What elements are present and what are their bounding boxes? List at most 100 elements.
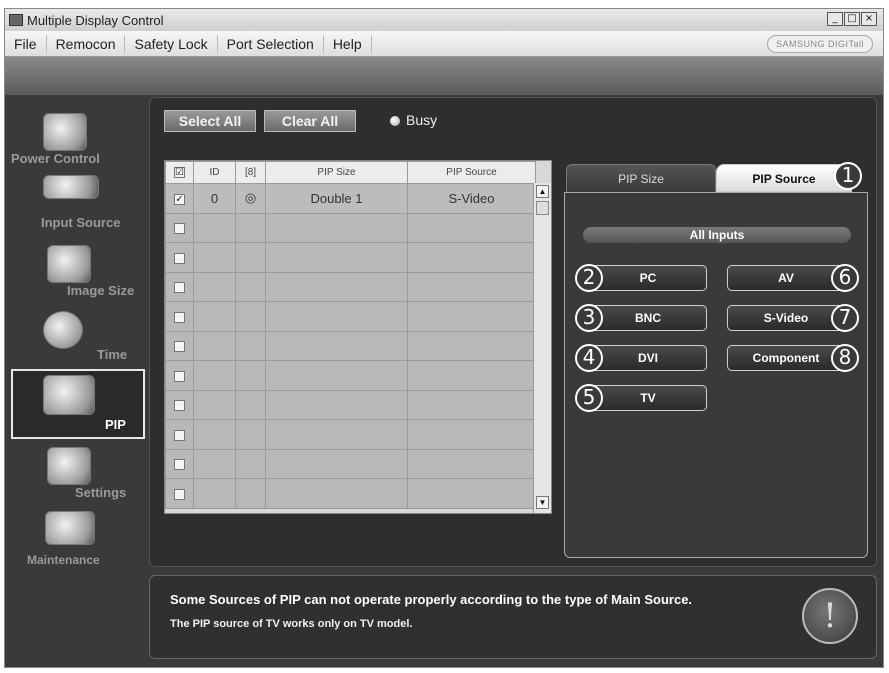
- source-svideo-button[interactable]: S-Video: [727, 305, 845, 331]
- source-bnc-button[interactable]: BNC: [589, 305, 707, 331]
- row-checkbox[interactable]: ✓: [174, 193, 185, 205]
- table-row[interactable]: [165, 478, 536, 509]
- callout-8: 8: [831, 344, 859, 372]
- sidebar-item-image-size[interactable]: Image Size: [11, 241, 145, 307]
- info-message-primary: Some Sources of PIP can not operate prop…: [170, 592, 693, 607]
- row-checkbox[interactable]: [174, 282, 185, 294]
- row-checkbox-cell[interactable]: [165, 271, 194, 302]
- row-checkbox-cell[interactable]: [165, 360, 194, 391]
- clear-all-button[interactable]: Clear All: [264, 110, 356, 132]
- menu-port-selection[interactable]: Port Selection: [218, 34, 324, 53]
- window-controls: _ □ ×: [827, 12, 877, 26]
- grid-header-row: ☑ ID [8] PIP Size PIP Source: [165, 161, 536, 184]
- row-checkbox-cell[interactable]: [165, 448, 194, 479]
- image-size-icon: [47, 245, 91, 283]
- sidebar-item-label: Settings: [75, 485, 127, 500]
- row-checkbox-cell[interactable]: [165, 212, 194, 243]
- row-checkbox[interactable]: [174, 311, 185, 323]
- title-bar: Multiple Display Control _ □ ×: [5, 9, 883, 31]
- sidebar-item-maintenance[interactable]: Maintenance: [11, 511, 145, 577]
- sidebar-item-label: Power Control: [11, 151, 100, 166]
- table-row[interactable]: [165, 271, 536, 302]
- sidebar-item-time[interactable]: Time: [11, 307, 145, 373]
- tab-pip-source[interactable]: PIP Source: [716, 164, 852, 192]
- source-tv-button[interactable]: TV: [589, 385, 707, 411]
- source-pc-button[interactable]: PC: [589, 265, 707, 291]
- row-checkbox[interactable]: [174, 370, 185, 382]
- sidebar-item-label: Image Size: [67, 283, 135, 298]
- scroll-down-icon[interactable]: ▼: [536, 496, 549, 509]
- display-grid: ☑ ID [8] PIP Size PIP Source ✓ 0 ◎ Doubl…: [164, 160, 552, 514]
- table-row[interactable]: [165, 419, 536, 450]
- info-panel: Some Sources of PIP can not operate prop…: [149, 575, 877, 659]
- source-av-button[interactable]: AV: [727, 265, 845, 291]
- callout-5: 5: [575, 384, 603, 412]
- sidebar-item-input-source[interactable]: Input Source: [11, 175, 145, 241]
- clock-icon: [43, 311, 83, 349]
- select-all-checkbox[interactable]: ☑: [165, 161, 194, 184]
- row-checkbox[interactable]: [174, 252, 185, 264]
- sidebar-item-label: Time: [97, 347, 128, 362]
- maintenance-icon: [45, 511, 95, 545]
- menu-safety-lock[interactable]: Safety Lock: [125, 34, 218, 53]
- row-id: 0: [193, 183, 236, 214]
- settings-icon: [47, 447, 91, 485]
- sidebar-item-label: Maintenance: [27, 553, 100, 567]
- callout-4: 4: [575, 344, 603, 372]
- app-window: Multiple Display Control _ □ × File Remo…: [4, 8, 884, 668]
- sidebar-item-label: PIP: [105, 417, 126, 432]
- tab-pip-size[interactable]: PIP Size: [566, 164, 716, 192]
- brand-logo: SAMSUNG DIGITall: [766, 35, 873, 53]
- grid-scrollbar[interactable]: ▲ ▼: [533, 183, 551, 513]
- menu-help[interactable]: Help: [324, 34, 372, 53]
- row-checkbox-cell[interactable]: [165, 389, 194, 420]
- row-checkbox-cell[interactable]: [165, 478, 194, 509]
- sidebar-item-power-control[interactable]: Power Control: [11, 111, 145, 177]
- row-checkbox[interactable]: [174, 223, 185, 235]
- table-row[interactable]: [165, 212, 536, 243]
- row-checkbox[interactable]: [174, 459, 185, 471]
- row-checkbox-cell[interactable]: [165, 419, 194, 450]
- maximize-button[interactable]: □: [844, 12, 860, 26]
- menu-file[interactable]: File: [5, 34, 47, 53]
- row-checkbox[interactable]: [174, 429, 185, 441]
- row-checkbox-cell[interactable]: [165, 301, 194, 332]
- table-row[interactable]: [165, 330, 536, 361]
- scroll-thumb[interactable]: [536, 201, 549, 215]
- sidebar-item-settings[interactable]: Settings: [11, 445, 145, 511]
- row-checkbox-cell[interactable]: [165, 242, 194, 273]
- row-checkbox[interactable]: [174, 488, 185, 500]
- table-row[interactable]: [165, 389, 536, 420]
- minimize-button[interactable]: _: [827, 12, 843, 26]
- table-row[interactable]: ✓ 0 ◎ Double 1 S-Video: [165, 183, 536, 214]
- select-all-button[interactable]: Select All: [164, 110, 256, 132]
- header-id[interactable]: ID: [193, 161, 236, 184]
- row-checkbox[interactable]: [174, 341, 185, 353]
- window-title: Multiple Display Control: [27, 12, 164, 28]
- info-message-secondary: The PIP source of TV works only on TV mo…: [170, 618, 413, 630]
- menu-remocon[interactable]: Remocon: [47, 34, 126, 53]
- table-row[interactable]: [165, 448, 536, 479]
- input-source-icon: [43, 175, 99, 199]
- header-pip-source[interactable]: PIP Source: [407, 161, 536, 184]
- source-dvi-button[interactable]: DVI: [589, 345, 707, 371]
- header-pip-size[interactable]: PIP Size: [265, 161, 408, 184]
- warning-icon: !: [802, 588, 858, 644]
- row-status-icon: ◎: [235, 183, 266, 214]
- header-status[interactable]: [8]: [235, 161, 266, 184]
- row-checkbox-cell[interactable]: ✓: [165, 183, 194, 214]
- table-row[interactable]: [165, 360, 536, 391]
- source-component-button[interactable]: Component: [727, 345, 845, 371]
- pip-source-panel: All Inputs PC AV BNC S-Video DVI Compone…: [564, 192, 868, 558]
- close-button[interactable]: ×: [861, 12, 877, 26]
- row-pip-source: S-Video: [407, 183, 536, 214]
- pip-icon: [43, 375, 95, 415]
- table-row[interactable]: [165, 242, 536, 273]
- scroll-up-icon[interactable]: ▲: [536, 185, 549, 198]
- app-icon: [9, 14, 23, 26]
- table-row[interactable]: [165, 301, 536, 332]
- row-checkbox[interactable]: [174, 400, 185, 412]
- sidebar-item-label: Input Source: [41, 215, 121, 230]
- sidebar-item-pip[interactable]: PIP: [11, 369, 145, 439]
- row-checkbox-cell[interactable]: [165, 330, 194, 361]
